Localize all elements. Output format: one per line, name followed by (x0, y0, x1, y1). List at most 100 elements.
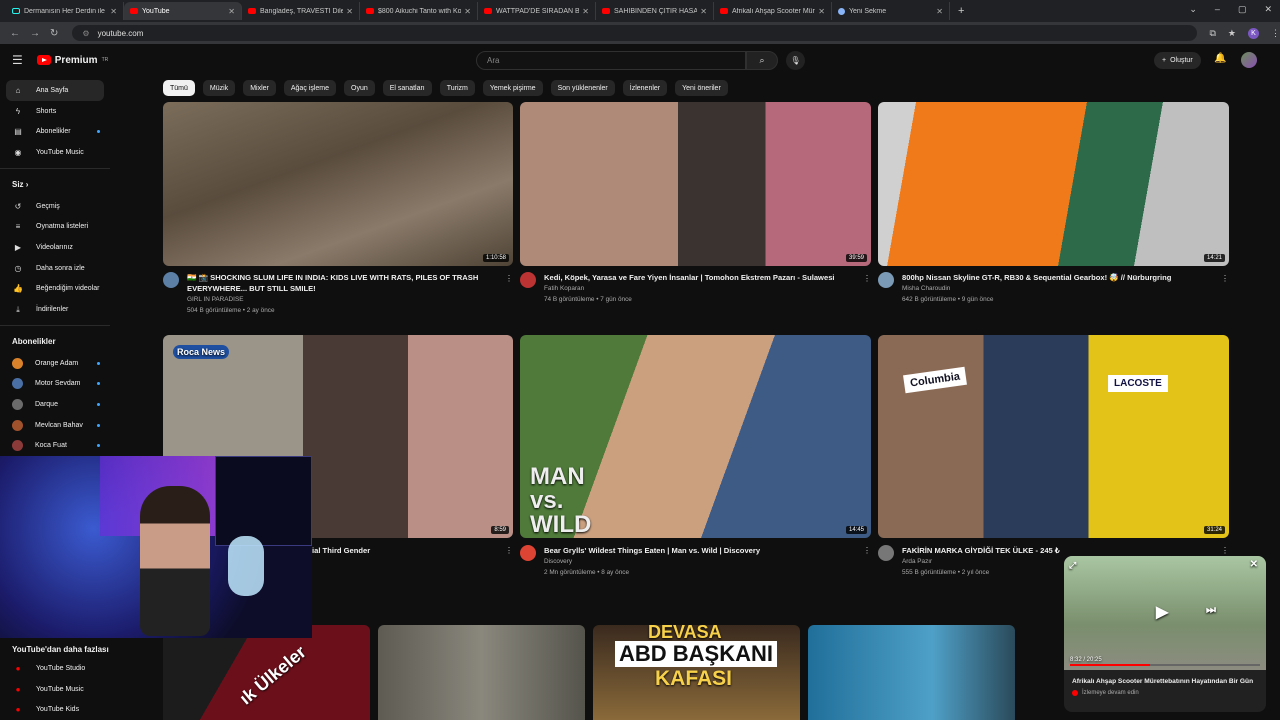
video-thumbnail[interactable]: Columbia LACOSTE 31:24 (878, 335, 1229, 538)
more-options-icon[interactable]: ⋮ (863, 546, 871, 555)
chip[interactable]: Ağaç işleme (283, 80, 336, 96)
forward-icon[interactable]: → (30, 28, 40, 39)
channel-name[interactable]: Discovery (544, 556, 844, 567)
video-title[interactable]: Kedi, Köpek, Yarasa ve Fare Yiyen İnsanl… (544, 272, 844, 283)
video-thumbnail[interactable]: 1:10:58 (163, 102, 513, 266)
reload-icon[interactable]: ↻ (50, 28, 58, 39)
close-icon[interactable]: ✕ (700, 7, 707, 16)
close-icon[interactable]: ✕ (936, 7, 943, 16)
browser-tab[interactable]: SAHİBİNDEN ÇITIR HASARLI A✕ (596, 2, 714, 20)
browser-tab[interactable]: Dermanısın Her Derdin ile Gelv✕ (6, 2, 124, 20)
video-title[interactable]: Bear Grylls' Wildest Things Eaten | Man … (544, 545, 844, 556)
sidebar-item-youtube-studio[interactable]: ● YouTube Studio (0, 658, 110, 679)
close-icon[interactable]: ✕ (464, 7, 471, 16)
video-thumbnail[interactable]: 14:21 (878, 102, 1229, 266)
video-thumbnail[interactable] (378, 625, 585, 720)
close-icon[interactable]: ✕ (582, 7, 589, 16)
minimize-icon[interactable]: – (1215, 4, 1220, 15)
back-icon[interactable]: ← (10, 28, 20, 39)
sidebar-item-channel[interactable]: Motor Sevdam (0, 374, 110, 395)
next-icon[interactable]: ⏭ (1206, 604, 1216, 617)
new-tab-icon[interactable]: + (958, 5, 964, 17)
sidebar-item-subscriptions[interactable]: ▤ Abonelikler (0, 121, 110, 142)
create-button[interactable]: + Oluştur (1154, 52, 1201, 69)
sidebar-item-channel[interactable]: Koca Fuat (0, 436, 110, 457)
sidebar-item-liked-videos[interactable]: 👍 Beğendiğim videolar (0, 279, 110, 300)
play-icon[interactable]: ▶ (1156, 602, 1168, 622)
account-avatar[interactable] (1241, 52, 1257, 68)
youtube-logo[interactable]: Premium TR (36, 55, 108, 66)
video-title[interactable]: ial Third Gender (312, 545, 502, 556)
sidebar-item-youtube-kids[interactable]: ● YouTube Kids (0, 699, 110, 720)
menu-icon[interactable]: ⋮ (1271, 28, 1280, 39)
close-icon[interactable]: ✕ (346, 7, 353, 16)
sidebar-item-channel[interactable]: Mevlcan Bahav (0, 415, 110, 436)
chip[interactable]: Mixler (243, 80, 276, 96)
more-options-icon[interactable]: ⋮ (505, 546, 513, 555)
browser-tab[interactable]: $800 Aikuchi Tanto with Kozuk✕ (360, 2, 478, 20)
sidebar-item-downloads[interactable]: ⤓ İndirilenler (0, 299, 110, 320)
channel-avatar[interactable] (878, 545, 894, 561)
sidebar-item-history[interactable]: ↺ Geçmiş (0, 196, 110, 217)
browser-tab-active[interactable]: YouTube ✕ (124, 2, 242, 20)
channel-name[interactable]: Fatih Koparan (544, 283, 844, 294)
chip[interactable]: Son yüklenenler (550, 80, 615, 96)
sidebar-heading-you[interactable]: Siz › (0, 174, 110, 196)
chip-all[interactable]: Tümü (163, 80, 195, 96)
voice-search-button[interactable]: 🎙 (786, 51, 805, 70)
notifications-bell-icon[interactable]: 🔔 (1214, 53, 1226, 64)
sidebar-item-your-videos[interactable]: ▶ Videolarınız (0, 237, 110, 258)
browser-tab[interactable]: WATTPAD'DE SIRADAN BİR GÜN✕ (478, 2, 596, 20)
sidebar-item-home[interactable]: ⌂ Ana Sayfa (6, 80, 104, 101)
chip[interactable]: İzlenenler (622, 80, 668, 96)
site-info-icon[interactable]: ⚙ (82, 29, 89, 38)
more-options-icon[interactable]: ⋮ (505, 274, 513, 283)
sidebar-item-youtube-music-more[interactable]: ● YouTube Music (0, 679, 110, 700)
video-title[interactable]: FAKİRİN MARKA GİYDİĞİ TEK ÜLKE - 245 ₺ (902, 545, 1202, 556)
browser-tab[interactable]: Yeni Sekme ✕ (832, 2, 950, 20)
search-button[interactable]: ⌕ (746, 51, 778, 70)
sidebar-item-watch-later[interactable]: ◷ Daha sonra izle (0, 258, 110, 279)
chevron-down-icon[interactable]: ⌄ (1189, 4, 1197, 15)
sidebar-item-channel[interactable]: Darque (0, 394, 110, 415)
progress-bar[interactable] (1070, 664, 1260, 666)
url-field[interactable]: ⚙ youtube.com (72, 25, 1198, 41)
search-input[interactable]: Ara (476, 51, 746, 70)
video-title[interactable]: 800hp Nissan Skyline GT-R, RB30 & Sequen… (902, 272, 1202, 283)
close-icon[interactable]: ✕ (1250, 559, 1258, 570)
more-options-icon[interactable]: ⋮ (863, 274, 871, 283)
video-thumbnail[interactable]: DEVASA ABD BAŞKANI KAFASI (593, 625, 800, 720)
video-thumbnail[interactable] (808, 625, 1015, 720)
video-thumbnail[interactable]: MAN vs. WILD 14:45 (520, 335, 871, 538)
channel-avatar[interactable] (520, 272, 536, 288)
more-options-icon[interactable]: ⋮ (1221, 274, 1229, 283)
video-thumbnail[interactable]: 39:59 (520, 102, 871, 266)
mini-player[interactable]: ⤢ ✕ ▶ ⏭ 8:32 / 20:25 Afrikalı Ahşap Scoo… (1064, 556, 1266, 712)
sidebar-item-channel[interactable]: Orange Adam (0, 353, 110, 374)
hamburger-menu-icon[interactable]: ☰ (12, 53, 23, 67)
star-icon[interactable]: ★ (1228, 28, 1236, 39)
profile-avatar[interactable]: K (1248, 27, 1259, 39)
chip[interactable]: Oyun (344, 80, 375, 96)
browser-tab[interactable]: Afrikalı Ahşap Scooter Mürettı✕ (714, 2, 832, 20)
chip[interactable]: Yeni öneriler (675, 80, 728, 96)
video-title-line2[interactable]: EVERYWHERE... BUT STILL SMILE! (187, 283, 487, 294)
channel-name[interactable]: Misha Charoudin (902, 283, 1202, 294)
browser-tab[interactable]: Bangladeş, TRAVESTİ Dilenciler✕ (242, 2, 360, 20)
mini-player-title[interactable]: Afrikalı Ahşap Scooter Mürettebatının Ha… (1072, 678, 1262, 685)
sidebar-item-playlists[interactable]: ≡ Oynatma listeleri (0, 216, 110, 237)
channel-name[interactable]: GIRL IN PARADISE (187, 294, 487, 305)
video-thumbnail[interactable]: ık Ülkeler (163, 625, 370, 720)
close-icon[interactable]: ✕ (110, 7, 117, 16)
sidebar-item-shorts[interactable]: ϟ Shorts (0, 101, 110, 122)
more-options-icon[interactable]: ⋮ (1221, 546, 1229, 555)
chip[interactable]: Turizm (439, 80, 475, 96)
maximize-icon[interactable]: ▢ (1238, 4, 1247, 15)
close-icon[interactable]: ✕ (818, 7, 825, 16)
chip[interactable]: Yemek pişirme (482, 80, 543, 96)
close-window-icon[interactable]: ✕ (1264, 4, 1272, 15)
channel-avatar[interactable] (163, 272, 179, 288)
video-title[interactable]: 🇮🇳 📸 SHOCKING SLUM LIFE IN INDIA: KIDS L… (187, 272, 487, 283)
chip[interactable]: Müzik (202, 80, 236, 96)
channel-avatar[interactable] (520, 545, 536, 561)
